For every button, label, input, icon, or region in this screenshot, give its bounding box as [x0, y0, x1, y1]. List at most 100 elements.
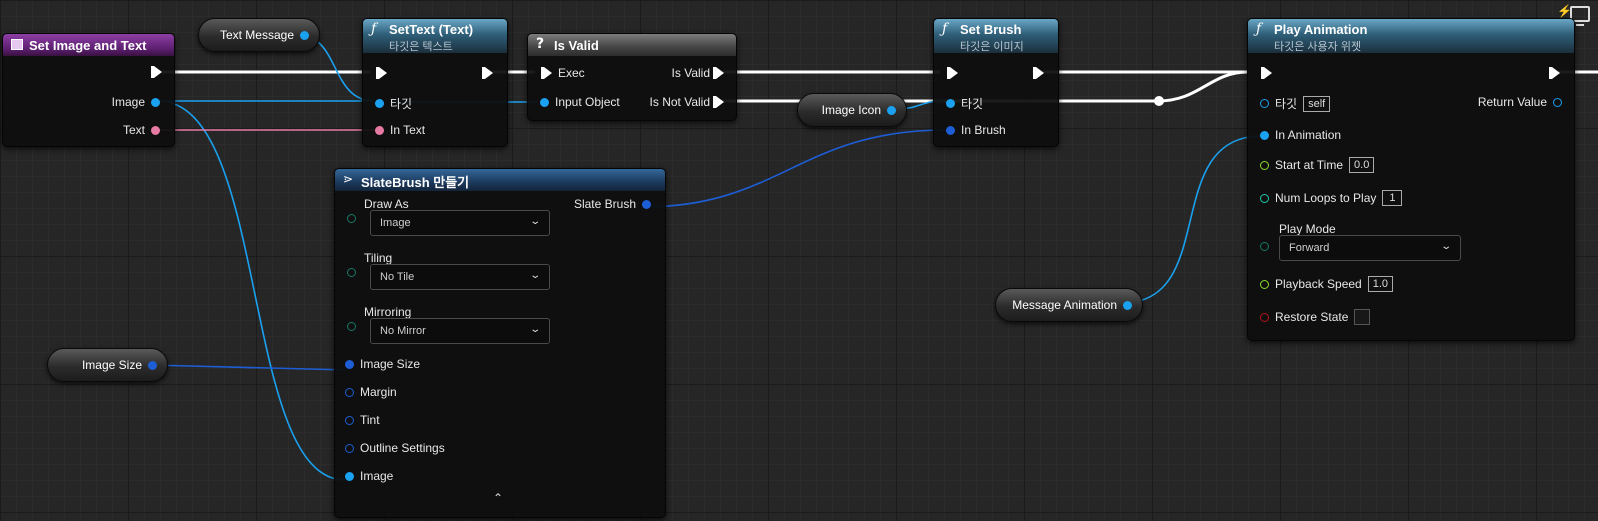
- pin-label: Text: [122, 123, 145, 137]
- pin-label: Image: [111, 95, 145, 109]
- tiling-pin[interactable]: [347, 268, 356, 277]
- blueprint-graph-canvas[interactable]: ⚡ Set Image and Text Image Text Text Mes…: [0, 0, 1598, 521]
- target-pin[interactable]: 타깃 self: [1260, 95, 1331, 112]
- reroute-node[interactable]: [1154, 96, 1164, 106]
- is-valid-node[interactable]: ? Is Valid Exec Is Valid Input Object Is…: [527, 33, 737, 121]
- node-title: Set Brush: [960, 22, 1022, 37]
- node-title: SetText (Text): [389, 22, 474, 37]
- playback-speed-field[interactable]: 1.0: [1367, 276, 1394, 292]
- variable-image-size[interactable]: Image Size: [47, 348, 168, 382]
- exec-in-pin[interactable]: [1261, 67, 1272, 79]
- restore-state-checkbox[interactable]: [1354, 309, 1371, 325]
- object-wire-image-makebrush: [157, 100, 346, 481]
- pin-label: 타깃: [961, 97, 984, 111]
- node-title: Set Image and Text: [29, 38, 147, 53]
- dropdown-value: No Mirror: [380, 325, 426, 337]
- struct-wire-imagesize: [149, 364, 349, 371]
- in-brush-pin[interactable]: In Brush: [946, 123, 1006, 137]
- playback-speed-pin[interactable]: Playback Speed 1.0: [1260, 276, 1394, 292]
- pin-label: Playback Speed: [1275, 277, 1362, 291]
- target-pin[interactable]: 타깃: [375, 95, 412, 112]
- exec-in-pin[interactable]: [376, 67, 387, 79]
- mirroring-pin[interactable]: [347, 322, 356, 331]
- margin-pin[interactable]: Margin: [345, 385, 397, 399]
- tiling-dropdown[interactable]: No Tile ⌄: [370, 264, 550, 290]
- exec-out-pin[interactable]: [482, 67, 493, 79]
- image-out-pin[interactable]: Image: [112, 95, 160, 109]
- variable-label: Message Animation: [1012, 298, 1117, 312]
- in-animation-pin[interactable]: In Animation: [1260, 128, 1341, 142]
- num-loops-pin[interactable]: Num Loops to Play 1: [1260, 190, 1403, 206]
- variable-image-icon[interactable]: Image Icon: [797, 93, 907, 127]
- pin-label: Return Value: [1477, 95, 1547, 109]
- play-mode-label: Play Mode: [1279, 222, 1336, 236]
- node-header: Set Image and Text: [3, 34, 174, 56]
- chevron-down-icon: ⌄: [1439, 241, 1452, 252]
- exec-out-pin[interactable]: [1549, 67, 1560, 79]
- exec-out-pin[interactable]: [151, 66, 162, 78]
- event-icon: [11, 39, 23, 50]
- tint-pin[interactable]: Tint: [345, 413, 380, 427]
- pin-label: Is Not Valid: [649, 95, 710, 109]
- num-loops-field[interactable]: 1: [1382, 190, 1403, 206]
- mirroring-dropdown[interactable]: No Mirror ⌄: [370, 318, 550, 344]
- target-value-field[interactable]: self: [1303, 95, 1331, 112]
- chevron-down-icon: ⌄: [528, 216, 541, 227]
- draw-as-label: Draw As: [364, 197, 409, 211]
- node-header: ⋗ SlateBrush 만들기: [335, 169, 665, 191]
- outline-settings-pin[interactable]: Outline Settings: [345, 441, 445, 455]
- pin-label: Tint: [360, 413, 380, 427]
- function-icon: ƒ: [371, 21, 377, 37]
- pin-label: Exec: [558, 66, 585, 80]
- target-pin[interactable]: 타깃: [946, 95, 983, 112]
- variable-text-message[interactable]: Text Message: [198, 18, 320, 52]
- settext-node[interactable]: ƒ SetText (Text) 타깃은 텍스트 타깃 In Text: [362, 18, 508, 147]
- return-value-pin[interactable]: Return Value: [1478, 95, 1562, 109]
- pin-label: Input Object: [555, 95, 620, 109]
- slate-brush-out-pin[interactable]: Slate Brush: [574, 197, 651, 211]
- start-time-field[interactable]: 0.0: [1349, 157, 1375, 173]
- node-subtitle: 타깃은 이미지: [960, 41, 1024, 53]
- variable-label: Image Size: [81, 358, 142, 372]
- pin-label: 타깃: [390, 97, 413, 111]
- restore-state-pin[interactable]: Restore State: [1260, 309, 1371, 325]
- pin-label: 타깃: [1275, 97, 1298, 111]
- text-out-pin[interactable]: Text: [123, 123, 160, 137]
- node-subtitle: 타깃은 사용자 위젯: [1274, 41, 1362, 53]
- is-not-valid-pin[interactable]: Is Not Valid: [650, 95, 724, 109]
- input-object-pin[interactable]: Input Object: [540, 95, 620, 109]
- node-header: ƒ SetText (Text) 타깃은 텍스트: [363, 19, 507, 53]
- draw-as-dropdown[interactable]: Image ⌄: [370, 210, 550, 236]
- image-size-pin[interactable]: Image Size: [345, 357, 420, 371]
- is-valid-pin[interactable]: Is Valid: [672, 66, 724, 80]
- entry-node-set-image-and-text[interactable]: Set Image and Text Image Text: [2, 33, 175, 147]
- collapse-chevron-icon[interactable]: ⌃: [493, 491, 503, 505]
- node-header: ? Is Valid: [528, 34, 736, 56]
- play-mode-pin[interactable]: [1260, 242, 1269, 251]
- image-pin[interactable]: Image: [345, 469, 393, 483]
- pin-label: In Text: [390, 123, 426, 137]
- play-mode-dropdown[interactable]: Forward ⌄: [1279, 235, 1461, 261]
- in-text-pin[interactable]: In Text: [375, 123, 425, 137]
- dropdown-value: Image: [380, 217, 411, 229]
- pin-label: Slate Brush: [573, 197, 636, 211]
- start-at-time-pin[interactable]: Start at Time 0.0: [1260, 157, 1375, 173]
- set-brush-node[interactable]: ƒ Set Brush 타깃은 이미지 타깃 In Brush: [933, 18, 1059, 147]
- dropdown-value: Forward: [1289, 242, 1330, 254]
- node-title: Play Animation: [1274, 22, 1368, 37]
- make-slatebrush-node[interactable]: ⋗ SlateBrush 만들기 Slate Brush Draw As Ima…: [334, 168, 666, 518]
- node-title: SlateBrush 만들기: [361, 175, 470, 190]
- variable-label: Image Icon: [821, 103, 881, 117]
- pin-label: Image: [360, 469, 394, 483]
- exec-in-pin[interactable]: Exec: [541, 66, 585, 80]
- pin-label: Image Size: [360, 357, 421, 371]
- pin-label: Outline Settings: [360, 441, 445, 455]
- object-wire-msganim-playanim: [1121, 135, 1263, 304]
- pin-label: Num Loops to Play: [1275, 191, 1377, 205]
- exec-out-pin[interactable]: [1033, 67, 1044, 79]
- variable-message-animation[interactable]: Message Animation: [995, 288, 1143, 322]
- draw-as-pin[interactable]: [347, 214, 356, 223]
- make-struct-icon: ⋗: [343, 172, 354, 186]
- exec-in-pin[interactable]: [947, 67, 958, 79]
- play-animation-node[interactable]: ƒ Play Animation 타깃은 사용자 위젯 타깃 self Retu…: [1247, 18, 1575, 341]
